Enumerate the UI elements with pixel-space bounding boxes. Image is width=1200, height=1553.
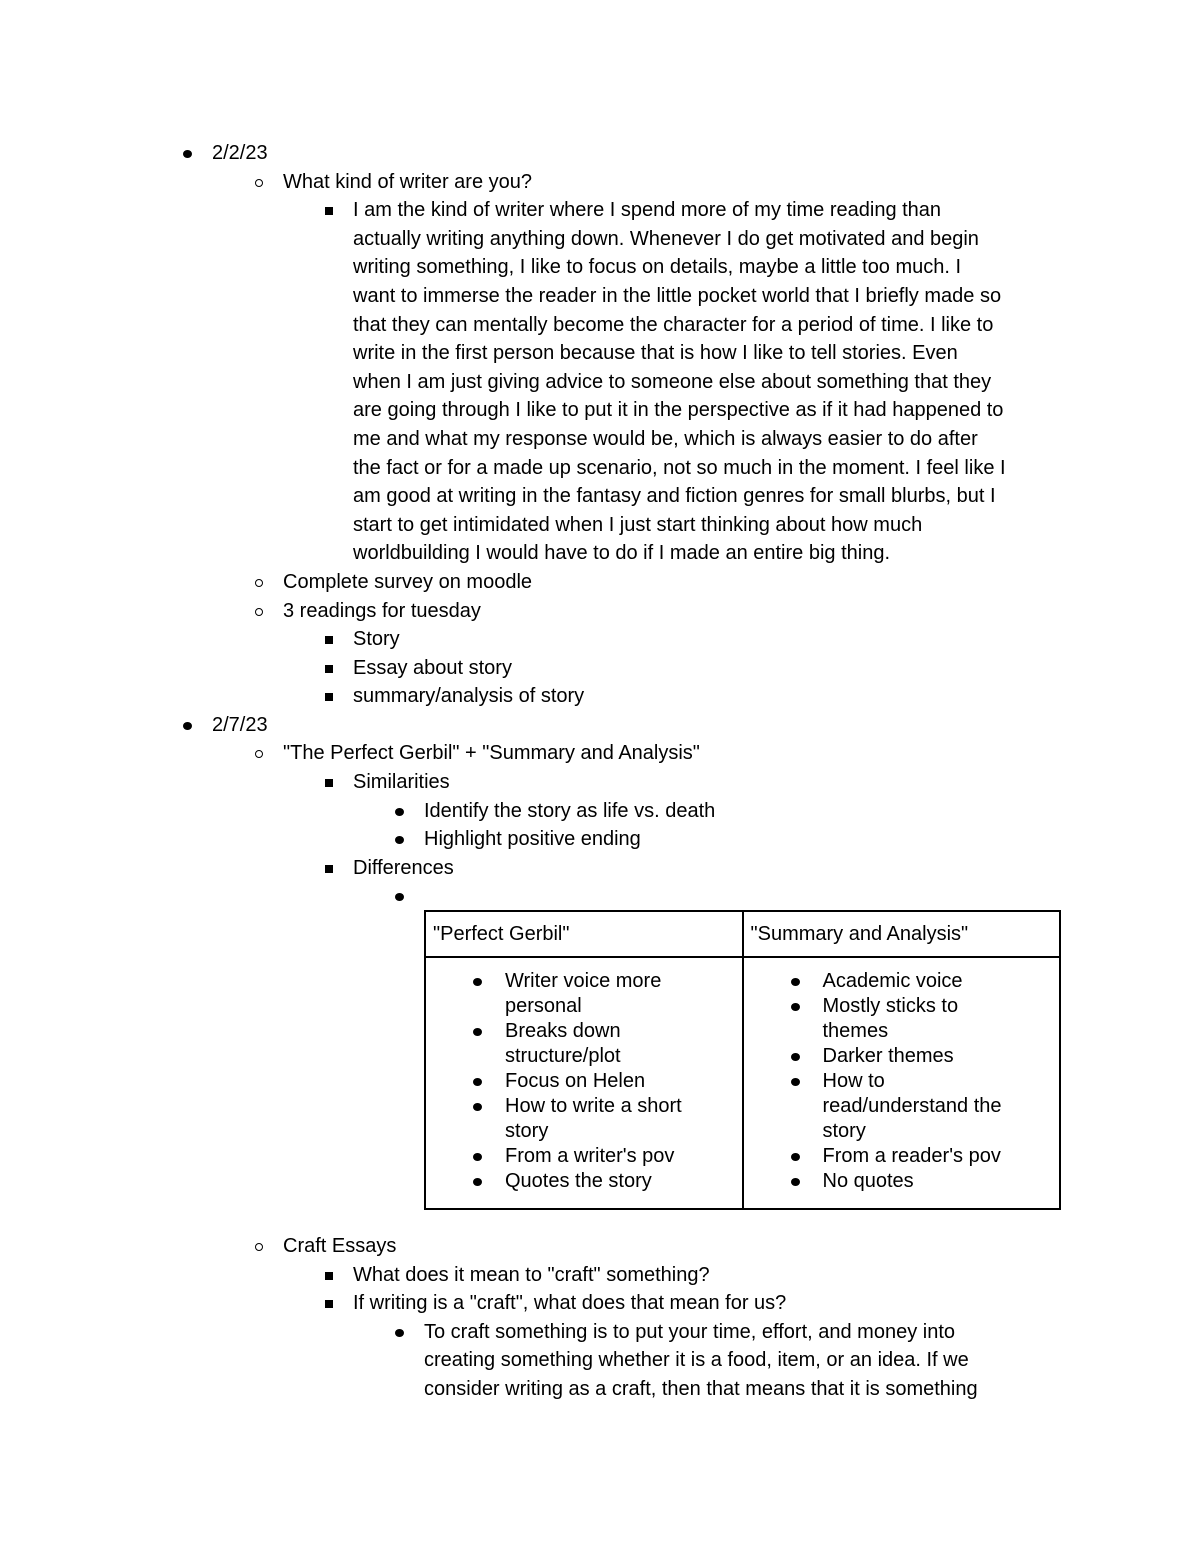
list-item: Complete survey on moodle	[0, 568, 1200, 597]
list-item-text: want to immerse the reader in the little…	[353, 284, 1002, 307]
table-row: Writer voice more personal Breaks down st…	[424, 956, 1061, 1210]
list-item: What does it mean to "craft" something?	[0, 1261, 1200, 1290]
list-item: What kind of writer are you?	[0, 168, 1200, 197]
list-item: "The Perfect Gerbil" + "Summary and Anal…	[0, 739, 1200, 768]
list-item-text: 3 readings for tuesday	[283, 599, 481, 622]
table-bullet-item: From a writer's pov	[426, 1144, 705, 1169]
list-item-text: Craft Essays	[283, 1235, 397, 1257]
list-item: that they can mentally become the charac…	[0, 311, 1200, 340]
list-item: worldbuilding I would have to do if I ma…	[0, 539, 1200, 568]
list-item: start to get intimidated when I just sta…	[0, 511, 1200, 540]
table-bullet-item: No quotes	[744, 1169, 1023, 1194]
list-item: Highlight positive ending	[0, 825, 1200, 854]
list-item: Craft Essays	[0, 1232, 1200, 1261]
table-header: "Summary and Analysis"	[741, 910, 1061, 958]
list-item: are going through I like to put it in th…	[0, 396, 1200, 425]
list-item: Essay about story	[0, 654, 1200, 683]
list-item-text: I am the kind of writer where I spend mo…	[353, 199, 942, 222]
table-bullet-item: From a reader's pov	[744, 1144, 1023, 1169]
table-header: "Perfect Gerbil"	[424, 910, 744, 958]
list-item-text: Essay about story	[353, 656, 512, 679]
list-item: 2/7/23	[0, 711, 1200, 740]
table-bullet-item: Quotes the story	[426, 1169, 705, 1194]
list-item-text: To craft something is to put your time, …	[424, 1320, 956, 1343]
table-bullet-item: How to read/understand the story	[744, 1069, 1023, 1144]
list-item-text: that they can mentally become the charac…	[353, 313, 994, 336]
list-item-text: 2/7/23	[212, 713, 268, 736]
list-item-text: Highlight positive ending	[424, 828, 641, 851]
list-item: 2/2/23	[0, 139, 1200, 168]
list-item: Story	[0, 625, 1200, 654]
list-item: If writing is a "craft", what does that …	[0, 1289, 1200, 1318]
list-item: Similarities	[0, 768, 1200, 797]
list-item: am good at writing in the fantasy and fi…	[0, 482, 1200, 511]
notes-list-continued: Craft Essays What does it mean to "craft"…	[0, 1232, 1200, 1404]
table-bullet-item: How to write a short story	[426, 1094, 705, 1144]
list-item: 3 readings for tuesday	[0, 597, 1200, 626]
list-item: writing something, I like to focus on de…	[0, 253, 1200, 282]
list-item-text: Identify the story as life vs. death	[424, 799, 716, 822]
list-item	[0, 882, 1200, 911]
list-item: the fact or for a made up scenario, not …	[0, 454, 1200, 483]
list-item: Identify the story as life vs. death	[0, 797, 1200, 826]
list-item-text: 2/2/23	[212, 142, 268, 164]
list-item: To craft something is to put your time, …	[0, 1318, 1200, 1347]
table-bullet-item: Focus on Helen	[426, 1069, 705, 1094]
list-item-text: writing something, I like to focus on de…	[353, 256, 962, 279]
list-item: creating something whether it is a food,…	[0, 1346, 1200, 1375]
list-item-text: start to get intimidated when I just sta…	[353, 513, 923, 536]
list-item-text: Differences	[353, 856, 454, 879]
list-item-text: the fact or for a made up scenario, not …	[353, 456, 1006, 479]
comparison-table: "Perfect Gerbil" "Summary and Analysis" …	[424, 910, 1061, 1210]
list-item-text: creating something whether it is a food,…	[424, 1349, 969, 1372]
list-item-text: What kind of writer are you?	[283, 170, 532, 193]
list-item-text: worldbuilding I would have to do if I ma…	[353, 542, 891, 565]
list-item-text: Complete survey on moodle	[283, 570, 533, 593]
list-item-text: write in the first person because that i…	[353, 342, 958, 365]
list-item-text: consider writing as a craft, then that m…	[424, 1377, 978, 1400]
list-item: write in the first person because that i…	[0, 339, 1200, 368]
table-cell: Academic voice Mostly sticks to themes Dar…	[744, 958, 1060, 1208]
list-item: consider writing as a craft, then that m…	[0, 1375, 1200, 1404]
list-item: actually writing anything down. Whenever…	[0, 225, 1200, 254]
table-bullet-item: Academic voice	[744, 969, 1023, 994]
list-item: summary/analysis of story	[0, 682, 1200, 711]
list-item-text: am good at writing in the fantasy and fi…	[353, 485, 996, 508]
table-bullet-item: Breaks down structure/plot	[426, 1019, 705, 1069]
list-item-text: me and what my response would be, which …	[353, 427, 978, 450]
list-item: want to immerse the reader in the little…	[0, 282, 1200, 311]
list-item-text: If writing is a "craft", what does that …	[353, 1292, 787, 1315]
list-item: me and what my response would be, which …	[0, 425, 1200, 454]
table-bullet-item: Mostly sticks to themes	[744, 994, 1023, 1044]
table-bullet-item: Darker themes	[744, 1044, 1023, 1069]
list-item-text: are going through I like to put it in th…	[353, 399, 1004, 422]
list-item-text: summary/analysis of story	[353, 685, 585, 708]
table-bullet-item: Writer voice more personal	[426, 969, 705, 1019]
list-item-text: when I am just giving advice to someone …	[353, 370, 992, 393]
list-item: Differences	[0, 854, 1200, 883]
list-item-text: Story	[353, 628, 400, 651]
table-header-row: "Perfect Gerbil" "Summary and Analysis"	[424, 910, 1061, 958]
list-item: when I am just giving advice to someone …	[0, 368, 1200, 397]
list-item-text: actually writing anything down. Whenever…	[353, 227, 979, 250]
table-cell: Writer voice more personal Breaks down st…	[426, 958, 742, 1208]
list-item: I am the kind of writer where I spend mo…	[0, 196, 1200, 225]
notes-list: 2/2/23 What kind of writer are you? I am t…	[0, 139, 1200, 911]
list-item-text: What does it mean to "craft" something?	[353, 1263, 710, 1286]
list-item-text: Similarities	[353, 771, 450, 794]
list-item-text: "The Perfect Gerbil" + "Summary and Anal…	[283, 742, 700, 765]
